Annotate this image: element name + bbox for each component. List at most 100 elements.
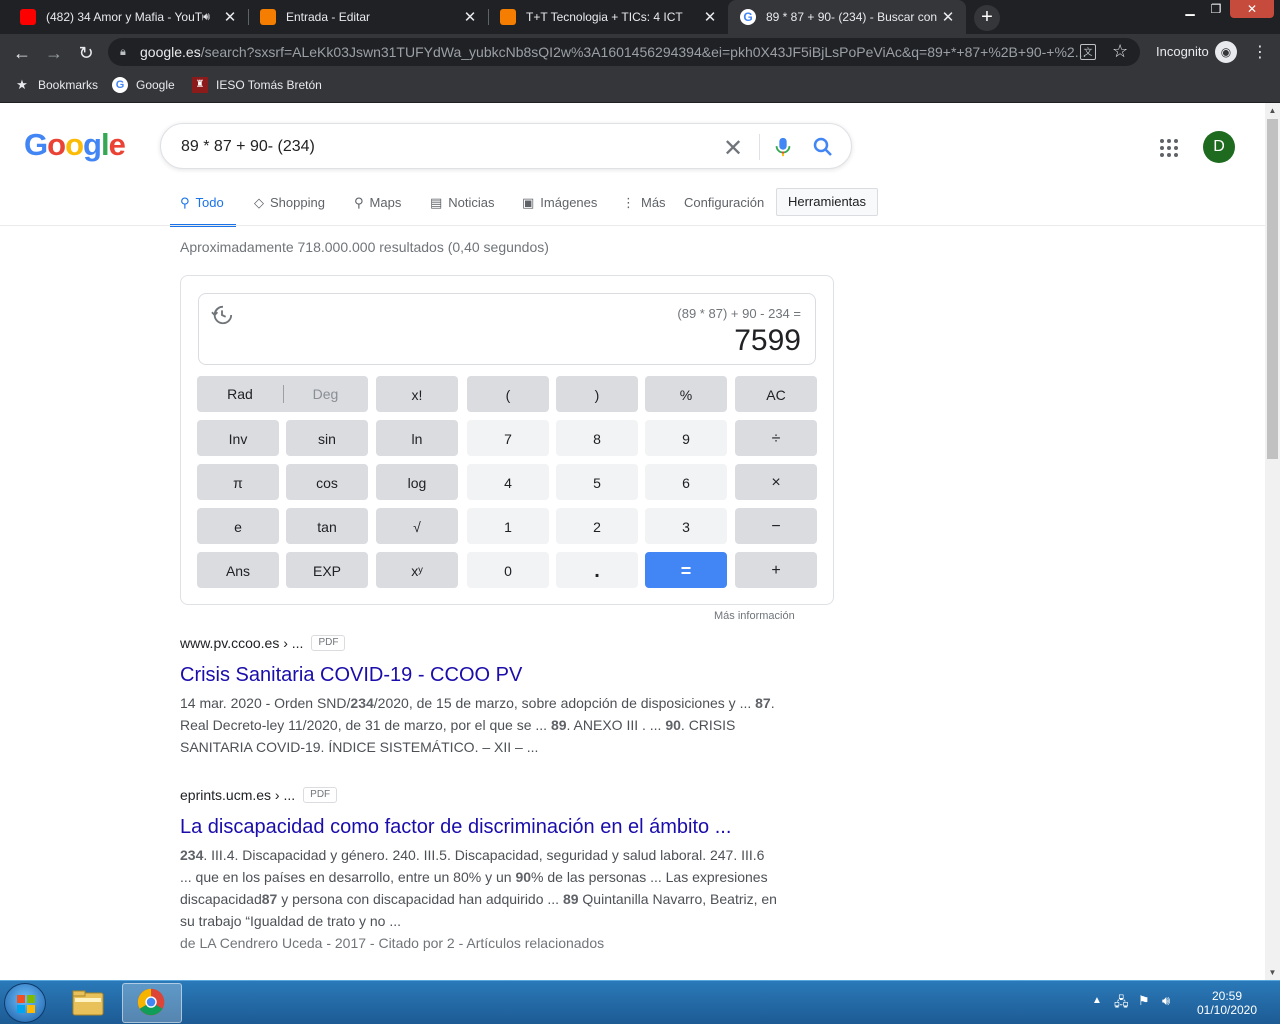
key-open-paren[interactable]: ( [467, 376, 549, 412]
search-box: ✕ [160, 123, 852, 169]
result-cite[interactable]: www.pv.ccoo.es › ... PDF [180, 633, 800, 653]
google-logo[interactable]: Google [24, 127, 126, 163]
result-meta[interactable]: de LA Cendrero Uceda - 2017 - Citado por… [180, 932, 800, 954]
key-minus[interactable]: − [735, 508, 817, 544]
google-apps-icon[interactable] [1160, 139, 1180, 159]
system-clock[interactable]: 20:59 01/10/2020 [1192, 989, 1262, 1017]
calculator-expression: (89 * 87) + 90 - 234 = [677, 306, 801, 321]
menu-kebab-icon[interactable]: ⋮ [1252, 42, 1268, 62]
chrome-taskbar-button[interactable] [122, 983, 182, 1023]
bookmark-star-icon[interactable]: ☆ [1112, 41, 1128, 62]
key-ln[interactable]: ln [376, 420, 458, 456]
key-plus[interactable]: + [735, 552, 817, 588]
key-inv[interactable]: Inv [197, 420, 279, 456]
blogger-icon [500, 9, 516, 25]
close-tab-icon[interactable]: ✕ [700, 8, 720, 26]
star-icon: ★ [16, 77, 28, 92]
search-icon: ⚲ [180, 195, 190, 210]
reload-icon[interactable]: ↻ [74, 41, 98, 65]
key-divide[interactable]: ÷ [735, 420, 817, 456]
tab-maps[interactable]: ⚲ Maps [354, 187, 401, 227]
key-7[interactable]: 7 [467, 420, 549, 456]
tab-shopping[interactable]: ◇ Shopping [254, 187, 325, 227]
key-log[interactable]: log [376, 464, 458, 500]
tab-todo[interactable]: ⚲ Todo [170, 187, 236, 227]
bookmark-item-google[interactable]: G Google [112, 77, 175, 93]
key-pi[interactable]: π [197, 464, 279, 500]
new-tab-button[interactable]: + [974, 5, 1000, 31]
key-equals[interactable]: = [645, 552, 727, 588]
key-sqrt[interactable]: √ [376, 508, 458, 544]
search-input[interactable] [181, 136, 701, 158]
deg-option[interactable]: Deg [283, 376, 368, 412]
key-4[interactable]: 4 [467, 464, 549, 500]
rad-option[interactable]: Rad [197, 376, 283, 412]
youtube-icon [20, 9, 36, 25]
key-close-paren[interactable]: ) [556, 376, 638, 412]
key-cos[interactable]: cos [286, 464, 368, 500]
maximize-button[interactable]: ❐ [1204, 0, 1228, 18]
bookmark-item-bookmarks[interactable]: ★ Bookmarks [14, 77, 98, 93]
result-cite[interactable]: eprints.ucm.es › ... PDF [180, 785, 800, 805]
key-0[interactable]: 0 [467, 552, 549, 588]
key-percent[interactable]: % [645, 376, 727, 412]
minimize-button[interactable]: ▁ [1176, 0, 1204, 18]
windows-taskbar: ▲ 🖧︎ ⚑ 🔊︎ 20:59 01/10/2020 [0, 980, 1280, 1024]
result-title-link[interactable]: La discapacidad como factor de discrimin… [180, 814, 800, 840]
address-bar[interactable]: 🔒︎ google.es/search?sxsrf=ALeKk03Jswn31T… [108, 38, 1140, 66]
key-1[interactable]: 1 [467, 508, 549, 544]
tab-configuracion[interactable]: Configuración [684, 187, 764, 227]
key-factorial[interactable]: x! [376, 376, 458, 412]
scroll-thumb[interactable] [1267, 119, 1278, 459]
key-3[interactable]: 3 [645, 508, 727, 544]
tools-button[interactable]: Herramientas [776, 188, 878, 216]
speaker-icon[interactable]: 🔊︎ [203, 11, 210, 24]
history-icon[interactable] [211, 304, 233, 326]
chrome-icon [137, 988, 165, 1016]
key-e[interactable]: e [197, 508, 279, 544]
close-tab-icon[interactable]: ✕ [460, 8, 480, 26]
tab-imagenes[interactable]: ▣ Imágenes [522, 187, 597, 227]
file-explorer-taskbar-button[interactable] [58, 983, 118, 1023]
key-8[interactable]: 8 [556, 420, 638, 456]
key-ans[interactable]: Ans [197, 552, 279, 588]
tab-tt-tecnologia[interactable]: T+T Tecnologia + TICs: 4 ICT ✕ [488, 0, 728, 34]
tab-youtube[interactable]: (482) 34 Amor y Mafia - YouTube 🔊︎ ✕ [8, 0, 248, 34]
key-multiply[interactable]: × [735, 464, 817, 500]
back-icon[interactable]: ← [10, 41, 34, 65]
rad-deg-toggle[interactable]: Rad Deg [197, 376, 368, 412]
key-exp[interactable]: EXP [286, 552, 368, 588]
result-title-link[interactable]: Crisis Sanitaria COVID-19 - CCOO PV [180, 662, 800, 688]
clear-icon[interactable]: ✕ [723, 134, 743, 163]
page-scrollbar[interactable]: ▲ ▼ [1265, 103, 1280, 980]
avatar[interactable]: D [1203, 131, 1235, 163]
key-5[interactable]: 5 [556, 464, 638, 500]
microphone-icon[interactable] [772, 135, 794, 159]
more-vert-icon: ⋮ [622, 195, 635, 210]
key-power[interactable]: xʸ [376, 552, 458, 588]
key-6[interactable]: 6 [645, 464, 727, 500]
tab-google-search[interactable]: G 89 * 87 + 90- (234) - Buscar con Googl… [728, 0, 966, 34]
key-all-clear[interactable]: AC [735, 376, 817, 412]
key-2[interactable]: 2 [556, 508, 638, 544]
key-sin[interactable]: sin [286, 420, 368, 456]
more-info-link[interactable]: Más información [714, 610, 795, 622]
key-tan[interactable]: tan [286, 508, 368, 544]
key-decimal[interactable]: . [556, 552, 638, 588]
search-icon[interactable] [811, 135, 835, 159]
tab-noticias[interactable]: ▤ Noticias [430, 187, 495, 227]
close-tab-icon[interactable]: ✕ [220, 8, 240, 26]
incognito-icon[interactable]: ◉ [1215, 41, 1237, 63]
scroll-up-arrow-icon[interactable]: ▲ [1265, 103, 1280, 118]
tab-entrada-editar[interactable]: Entrada - Editar ✕ [248, 0, 488, 34]
tab-mas[interactable]: ⋮ Más [622, 187, 666, 227]
incognito-label: Incognito [1156, 44, 1209, 59]
close-window-button[interactable]: ✕ [1230, 0, 1274, 18]
start-button[interactable] [4, 983, 46, 1023]
forward-icon[interactable]: → [42, 41, 66, 65]
key-9[interactable]: 9 [645, 420, 727, 456]
close-tab-icon[interactable]: ✕ [938, 8, 958, 26]
translate-icon[interactable]: 文 [1080, 44, 1096, 60]
scroll-down-arrow-icon[interactable]: ▼ [1265, 965, 1280, 980]
bookmark-item-ieso[interactable]: ♜ IESO Tomás Bretón [192, 77, 322, 93]
